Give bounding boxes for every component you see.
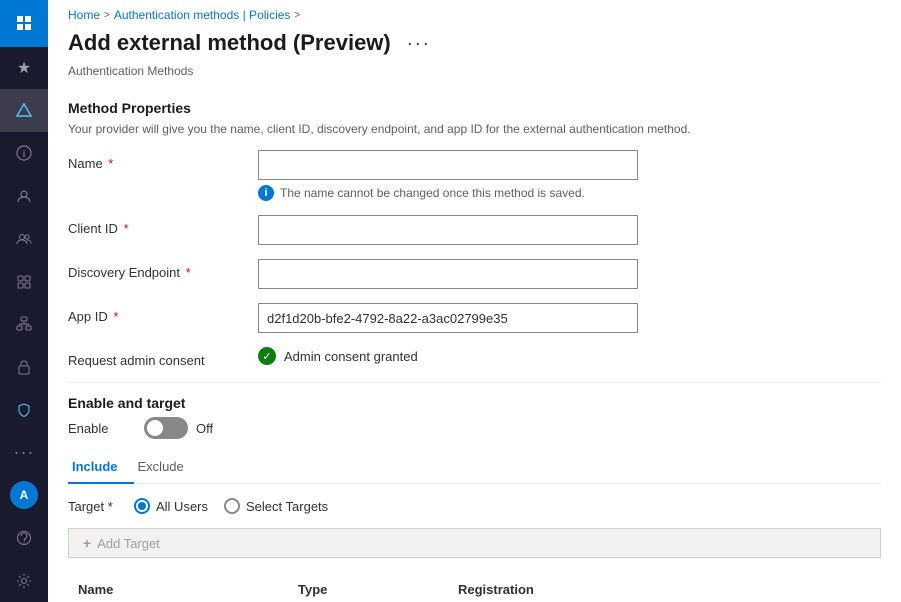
check-circle-icon: ✓: [258, 347, 276, 365]
radio-all-users[interactable]: All Users: [134, 498, 208, 514]
shield-icon[interactable]: [0, 388, 48, 431]
target-row: Target * All Users Select Targets: [68, 498, 881, 514]
app-id-field-container: [258, 303, 638, 333]
app-id-row: App ID *: [68, 303, 881, 333]
page-subtitle: Authentication Methods: [48, 64, 901, 86]
toggle-container: Off: [144, 417, 213, 439]
app-id-label: App ID *: [68, 303, 258, 324]
enable-target-title: Enable and target: [68, 395, 881, 411]
name-label: Name *: [68, 150, 258, 171]
azure-icon[interactable]: [0, 89, 48, 132]
page-title: Add external method (Preview): [68, 30, 391, 56]
name-input[interactable]: [258, 150, 638, 180]
tab-exclude[interactable]: Exclude: [134, 453, 200, 484]
user-icon[interactable]: [0, 175, 48, 218]
enable-label: Enable: [68, 421, 128, 436]
svg-text:i: i: [23, 149, 26, 159]
name-warning-note: i The name cannot be changed once this m…: [258, 185, 638, 201]
consent-row: Request admin consent ✓ Admin consent gr…: [68, 347, 881, 368]
toggle-knob: [147, 420, 163, 436]
radio-select-targets-label: Select Targets: [246, 499, 328, 514]
consent-label: Request admin consent: [68, 347, 258, 368]
settings-icon[interactable]: [0, 559, 48, 602]
col-header-registration: Registration: [448, 574, 881, 602]
more-dots-icon[interactable]: ···: [0, 431, 48, 474]
col-header-name: Name: [68, 574, 288, 602]
target-radio-group: All Users Select Targets: [134, 498, 328, 514]
breadcrumb-sep2: >: [294, 10, 300, 21]
plus-icon: +: [83, 535, 91, 551]
app-id-input[interactable]: [258, 303, 638, 333]
tab-include[interactable]: Include: [68, 453, 134, 484]
enable-toggle[interactable]: [144, 417, 188, 439]
method-properties-title: Method Properties: [68, 100, 881, 116]
consent-value-container: ✓ Admin consent granted: [258, 347, 638, 365]
name-warning-text: The name cannot be changed once this met…: [280, 186, 585, 200]
breadcrumb-section[interactable]: Authentication methods | Policies: [114, 8, 291, 22]
radio-all-users-inner: [138, 502, 146, 510]
group-icon[interactable]: [0, 217, 48, 260]
consent-granted: ✓ Admin consent granted: [258, 347, 638, 365]
sidebar: ★ i ··· A: [0, 0, 48, 602]
targets-table: Name Type Registration All Users Group O…: [68, 574, 881, 602]
home-icon[interactable]: [0, 0, 48, 47]
discovery-endpoint-field-container: [258, 259, 638, 289]
client-id-row: Client ID *: [68, 215, 881, 245]
add-target-button[interactable]: + Add Target: [68, 528, 881, 558]
avatar-icon[interactable]: A: [0, 474, 48, 517]
client-id-input[interactable]: [258, 215, 638, 245]
star-icon[interactable]: ★: [0, 47, 48, 90]
discovery-endpoint-input[interactable]: [258, 259, 638, 289]
name-field-container: i The name cannot be changed once this m…: [258, 150, 638, 201]
include-exclude-tabs: Include Exclude: [68, 453, 881, 484]
radio-all-users-label: All Users: [156, 499, 208, 514]
col-header-type: Type: [288, 574, 448, 602]
toggle-state-label: Off: [196, 421, 213, 436]
page-header: Add external method (Preview) ···: [48, 26, 901, 64]
main-content: Home > Authentication methods | Policies…: [48, 0, 901, 602]
breadcrumb: Home > Authentication methods | Policies…: [48, 0, 901, 26]
content-area: Method Properties Your provider will giv…: [48, 86, 901, 602]
add-target-label: Add Target: [97, 536, 160, 551]
client-id-label: Client ID *: [68, 215, 258, 236]
user-avatar: A: [10, 481, 38, 509]
method-properties-desc: Your provider will give you the name, cl…: [68, 122, 881, 136]
client-id-field-container: [258, 215, 638, 245]
enable-row: Enable Off: [68, 417, 881, 439]
name-row: Name * i The name cannot be changed once…: [68, 150, 881, 201]
discovery-endpoint-row: Discovery Endpoint *: [68, 259, 881, 289]
info-icon: i: [258, 185, 274, 201]
radio-select-targets[interactable]: Select Targets: [224, 498, 328, 514]
feedback-icon[interactable]: [0, 517, 48, 560]
breadcrumb-home[interactable]: Home: [68, 8, 100, 22]
more-options-button[interactable]: ···: [401, 31, 437, 56]
info-circle-icon[interactable]: i: [0, 132, 48, 175]
apps-icon[interactable]: [0, 260, 48, 303]
org-icon[interactable]: [0, 303, 48, 346]
discovery-endpoint-label: Discovery Endpoint *: [68, 259, 258, 280]
radio-all-users-outer: [134, 498, 150, 514]
target-label: Target *: [68, 499, 128, 514]
consent-granted-text: Admin consent granted: [284, 349, 418, 364]
lock-icon[interactable]: [0, 346, 48, 389]
breadcrumb-sep1: >: [104, 10, 110, 21]
radio-select-targets-outer: [224, 498, 240, 514]
section-divider: [68, 382, 881, 383]
